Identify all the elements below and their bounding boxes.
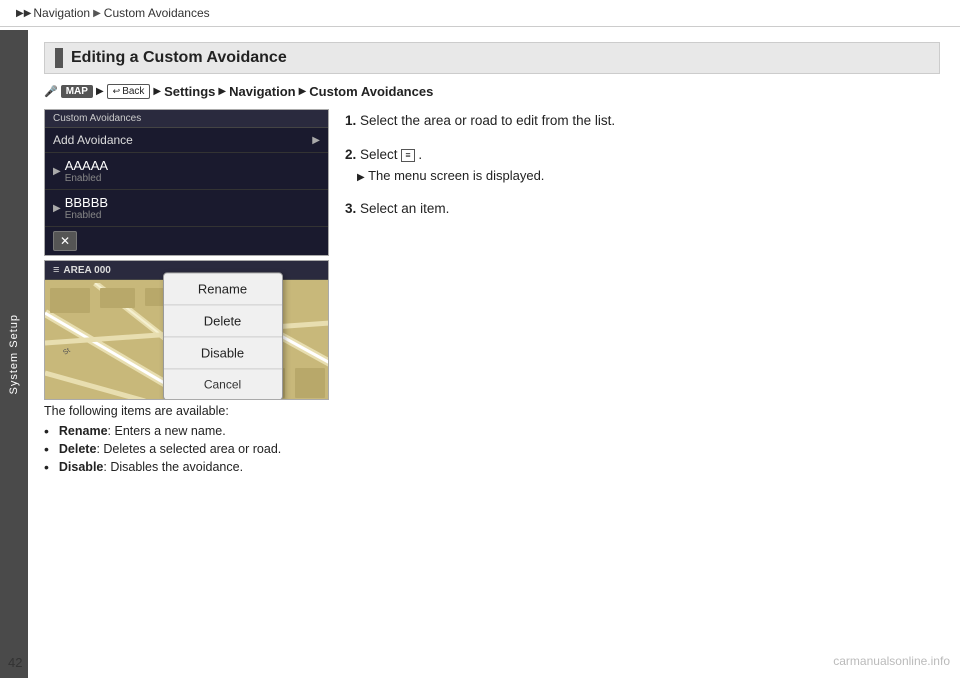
bullet-disable-label: Disable [59,460,103,474]
bullet-delete: Delete: Deletes a selected area or road. [44,442,329,457]
back-badge: ↩ Back [107,84,151,99]
context-menu-rename[interactable]: Rename [164,273,282,305]
sidebar-label: System Setup [8,314,20,394]
item-bbbbb-block: BBBBB Enabled [65,195,108,221]
item-bbbbb-status: Enabled [65,210,108,221]
item-bbbbb-name: BBBBB [65,195,108,210]
main-content: Editing a Custom Avoidance 🎤 MAP ▶ ↩ Bac… [28,30,960,678]
item-chevron-1: ▶ [53,166,61,177]
step-1: 1. Select the area or road to edit from … [345,111,940,131]
step-2-after: . [418,147,422,162]
screen1-add-item: Add Avoidance ▶ [45,128,328,153]
breadcrumb-arrow-1: ▶▶ [16,8,31,19]
microphone-icon: 🎤 [44,85,58,98]
arrow-triangle: ▶ [357,172,365,183]
back-icon: ↩ [113,86,121,97]
screen1-header: Custom Avoidances [45,110,328,128]
screenshots-col: Custom Avoidances Add Avoidance ▶ ▶ AAAA… [44,109,329,478]
caption-text: The following items are available: [44,404,329,418]
breadcrumb-bar: ▶▶ Navigation ▶ Custom Avoidances [0,0,960,27]
delete-icon: ✕ [53,231,77,251]
item-chevron-2: ▶ [53,203,61,214]
delete-icon-row: ✕ [45,227,328,255]
heading-bar-icon [55,48,63,68]
screen-avoidances-list: Custom Avoidances Add Avoidance ▶ ▶ AAAA… [44,109,329,256]
context-menu-cancel[interactable]: Cancel [164,369,282,399]
bullet-disable-content: Disable: Disables the avoidance. [59,460,243,474]
item-aaaaa-block: AAAAA Enabled [65,158,108,184]
breadcrumb-navigation: Navigation [33,6,90,20]
step-2: 2. Select ≡ . ▶ The menu screen is displ… [345,145,940,185]
step-2-arrow: ▶ The menu screen is displayed. [357,166,940,186]
instruction-row: 🎤 MAP ▶ ↩ Back ▶ Settings ▶ Navigation ▶… [44,84,940,99]
bullet-delete-label: Delete [59,442,97,456]
context-menu-delete[interactable]: Delete [164,305,282,337]
instructions-col: 1. Select the area or road to edit from … [345,109,940,478]
page-number: 42 [8,655,22,670]
arrow-icon-1: ▶ [96,86,104,97]
bullet-rename-label: Rename [59,424,108,438]
map-area-label: AREA 000 [63,265,110,276]
sidebar: System Setup [0,30,28,678]
arrow-icon-4: ▶ [299,86,307,97]
screen-map: ≡ AREA 000 [44,260,329,400]
screen1-item-aaaaa: ▶ AAAAA Enabled [45,153,328,190]
map-menu-icon: ≡ [53,264,59,276]
item-aaaaa-status: Enabled [65,173,108,184]
context-menu: Rename Delete Disable Cancel [163,272,283,400]
step-3-text: Select an item. [360,201,449,216]
section-heading: Editing a Custom Avoidance [44,42,940,74]
two-col-layout: Custom Avoidances Add Avoidance ▶ ▶ AAAA… [44,109,940,478]
back-label: Back [122,86,144,97]
arrow-icon-3: ▶ [218,86,226,97]
step-3: 3. Select an item. [345,199,940,219]
step-custom-avoidances: Custom Avoidances [309,84,433,99]
breadcrumb-custom-avoidances: Custom Avoidances [104,6,210,20]
map-badge: MAP [61,85,93,98]
bullet-list: Rename: Enters a new name. Delete: Delet… [44,424,329,475]
arrow-icon-2: ▶ [153,86,161,97]
item-aaaaa-name: AAAAA [65,158,108,173]
add-arrow-icon: ▶ [312,135,320,146]
step-2-text: Select [360,147,401,162]
step-settings: Settings [164,84,215,99]
breadcrumb-arrow-2: ▶ [93,8,101,19]
step-1-text: Select the area or road to edit from the… [360,113,615,128]
bullet-disable: Disable: Disables the avoidance. [44,460,329,475]
step-navigation: Navigation [229,84,295,99]
context-menu-disable[interactable]: Disable [164,337,282,369]
bullet-delete-text: : Deletes a selected area or road. [96,442,281,456]
step-2-num: 2. [345,147,356,162]
step-1-num: 1. [345,113,356,128]
add-avoidance-label: Add Avoidance [53,133,133,147]
screen1-item-bbbbb: ▶ BBBBB Enabled [45,190,328,227]
section-title: Editing a Custom Avoidance [71,49,287,67]
bullet-disable-text: : Disables the avoidance. [103,460,243,474]
watermark: carmanualsonline.info [833,654,950,668]
bullet-rename-text: : Enters a new name. [108,424,226,438]
bullet-rename: Rename: Enters a new name. [44,424,329,439]
bullet-rename-content: Rename: Enters a new name. [59,424,226,438]
step-3-num: 3. [345,201,356,216]
step-2-sub-text: The menu screen is displayed. [368,168,544,183]
menu-icon: ≡ [401,149,414,162]
bullet-delete-content: Delete: Deletes a selected area or road. [59,442,281,456]
